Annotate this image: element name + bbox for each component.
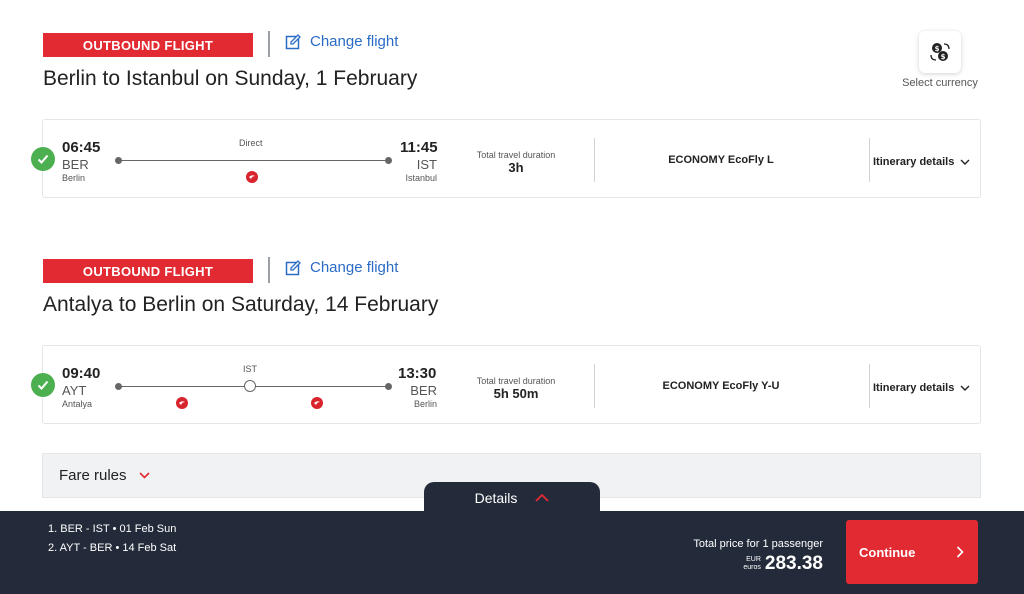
select-currency-button[interactable]: $ $ <box>919 31 961 73</box>
flight-route-title: Berlin to Istanbul on Sunday, 1 February <box>43 67 418 90</box>
arrival-time: 11:45 <box>400 139 438 156</box>
change-flight-button[interactable]: Change flight <box>285 259 398 276</box>
stops-label: Direct <box>239 138 263 148</box>
arrival-city: Berlin <box>413 399 437 409</box>
arrival-airport-code: IST <box>416 157 437 172</box>
cabin-class: ECONOMY EcoFly Y-U <box>662 380 780 392</box>
departure-airport-code: BER <box>62 157 89 172</box>
flight-card: 06:45 BER Berlin Direct 11:45 IST Istanb… <box>31 119 981 198</box>
continue-button[interactable]: Continue <box>846 520 978 584</box>
chevron-down-icon <box>138 472 150 479</box>
divider <box>268 257 270 283</box>
duration-value: 5h 50m <box>493 386 539 401</box>
details-toggle[interactable]: Details <box>424 482 600 514</box>
segment-summary: 2. AYT - BER • 14 Feb Sat <box>48 542 177 554</box>
airline-logo-icon <box>176 397 188 409</box>
continue-label: Continue <box>859 544 916 560</box>
itinerary-details-button[interactable]: Itinerary details <box>873 382 970 394</box>
currency-code: EUR <box>746 556 761 563</box>
total-price: EUR euros 283.38 <box>743 553 823 575</box>
chevron-down-icon <box>960 385 970 391</box>
currency-indicator: EUR euros <box>743 556 761 572</box>
chevron-right-icon <box>956 546 964 558</box>
duration-label: Total travel duration <box>476 150 556 160</box>
column-divider <box>594 138 595 182</box>
arrival-airport-code: BER <box>410 383 437 398</box>
departure-time: 06:45 <box>62 139 101 156</box>
selected-check-icon <box>31 147 55 171</box>
change-flight-label: Change flight <box>310 259 399 276</box>
outbound-flight-badge: OUTBOUND FLIGHT <box>43 259 253 283</box>
cabin-class: ECONOMY EcoFly L <box>668 154 774 166</box>
itinerary-details-label: Itinerary details <box>873 382 955 394</box>
svg-text:$: $ <box>935 45 940 53</box>
column-divider <box>869 138 870 182</box>
airline-logo-icon <box>311 397 323 409</box>
details-label: Details <box>474 490 518 506</box>
segment-summary: 1. BER - IST • 01 Feb Sun <box>48 523 177 535</box>
edit-icon <box>285 259 301 275</box>
price-amount: 283.38 <box>764 553 823 574</box>
departure-airport-code: AYT <box>62 383 87 398</box>
chevron-up-icon <box>535 494 550 502</box>
fare-rules-label: Fare rules <box>59 467 127 484</box>
flight-card: 09:40 AYT Antalya IST 13:30 BER Berlin T… <box>31 345 981 424</box>
route-line <box>120 160 388 161</box>
outbound-flight-badge: OUTBOUND FLIGHT <box>43 33 253 57</box>
duration-label: Total travel duration <box>476 376 556 386</box>
departure-city: Berlin <box>62 173 86 183</box>
select-currency-label: Select currency <box>902 77 978 89</box>
edit-icon <box>285 33 301 49</box>
itinerary-details-button[interactable]: Itinerary details <box>873 156 970 168</box>
divider <box>268 31 270 57</box>
change-flight-button[interactable]: Change flight <box>285 33 398 50</box>
arrival-city: Istanbul <box>405 173 437 183</box>
column-divider <box>594 364 595 408</box>
duration-value: 3h <box>508 160 524 175</box>
departure-city: Antalya <box>62 399 93 409</box>
arrival-time: 13:30 <box>398 365 437 382</box>
selected-check-icon <box>31 373 55 397</box>
stopover-label: IST <box>243 364 258 374</box>
route-end-dot <box>385 157 392 164</box>
stopover-dot <box>244 380 256 392</box>
change-flight-label: Change flight <box>310 33 399 50</box>
currency-exchange-icon: $ $ <box>930 43 950 61</box>
itinerary-details-label: Itinerary details <box>873 156 955 168</box>
flight-route-title: Antalya to Berlin on Saturday, 14 Februa… <box>43 293 439 316</box>
column-divider <box>869 364 870 408</box>
airline-logo-icon <box>246 171 258 183</box>
currency-name: euros <box>743 564 761 571</box>
departure-time: 09:40 <box>62 365 101 382</box>
chevron-down-icon <box>960 159 970 165</box>
total-price-label: Total price for 1 passenger <box>693 538 823 550</box>
svg-text:$: $ <box>941 53 946 61</box>
route-end-dot <box>385 383 392 390</box>
